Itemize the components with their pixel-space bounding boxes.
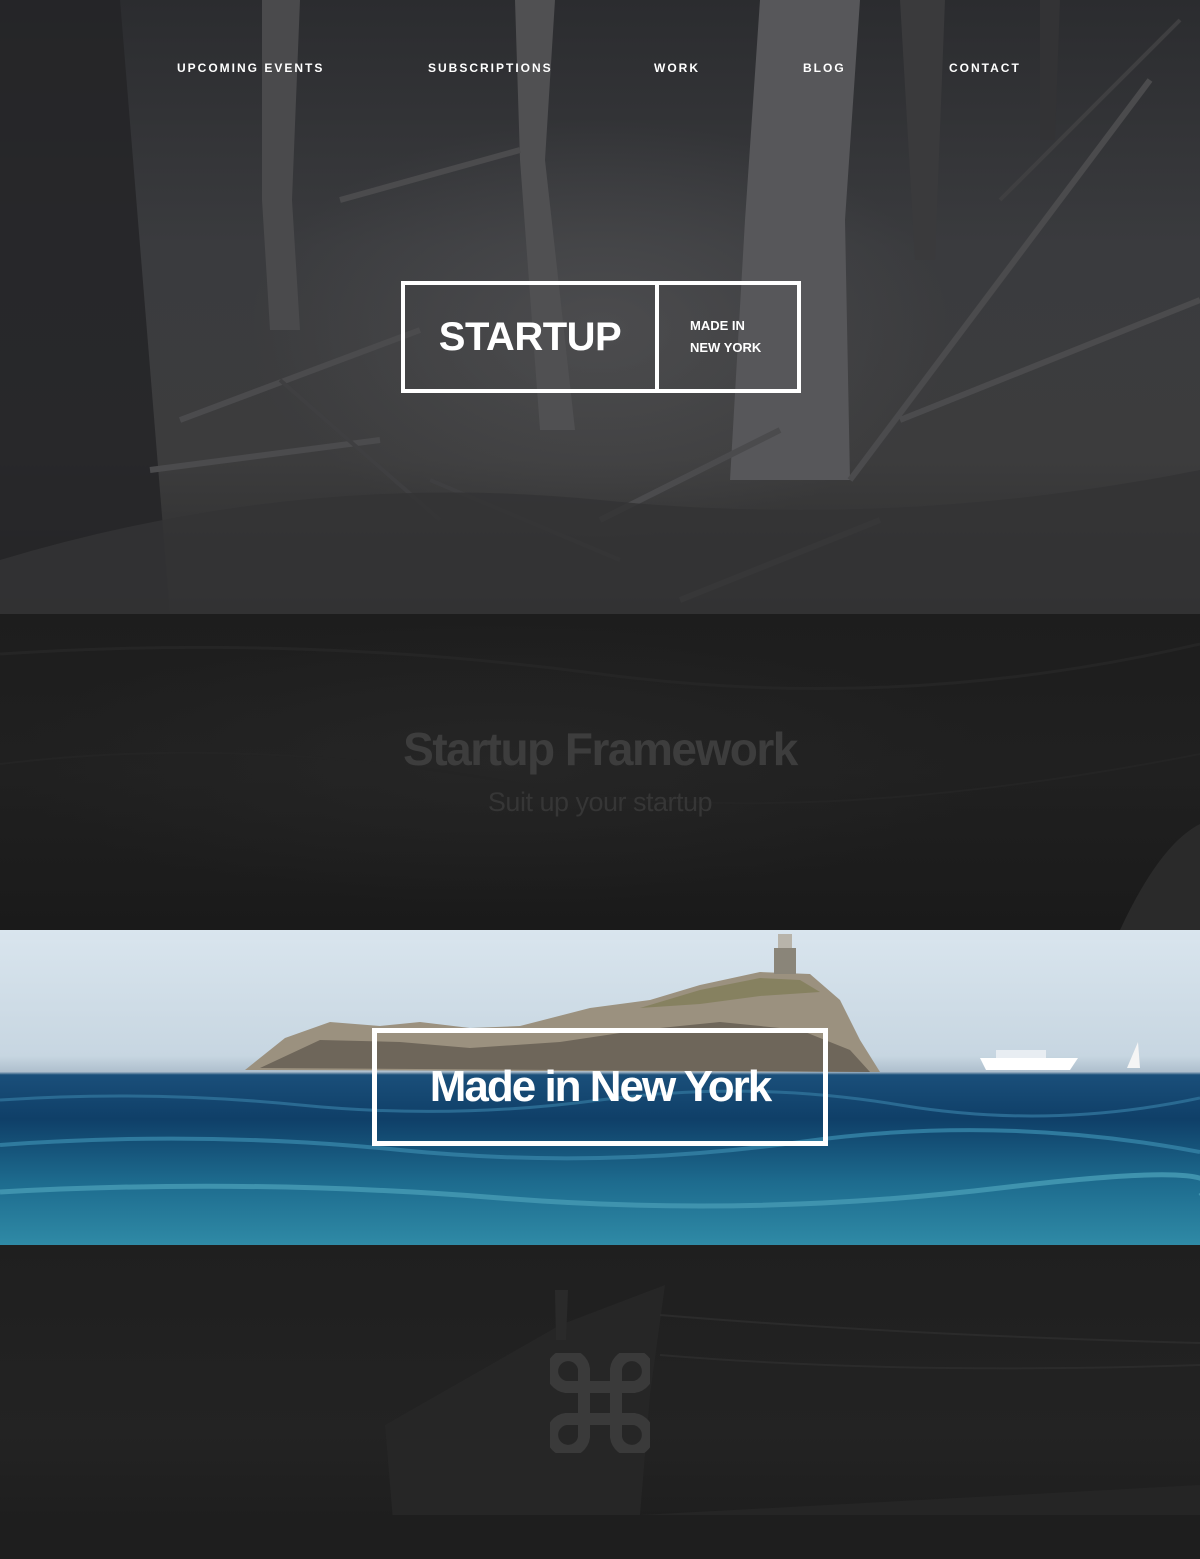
framework-title: Startup Framework: [403, 723, 798, 775]
nav-upcoming-events[interactable]: UPCOMING EVENTS: [177, 61, 324, 75]
nav-subscriptions[interactable]: SUBSCRIPTIONS: [428, 61, 553, 75]
startup-logo[interactable]: STARTUP MADE IN NEW YORK: [401, 281, 801, 393]
hero-section: UPCOMING EVENTS SUBSCRIPTIONS WORK BLOG …: [0, 0, 1200, 614]
made-in-new-york-box: Made in New York: [372, 1028, 828, 1146]
logo-subtitle-line2: NEW YORK: [690, 340, 762, 355]
command-key-icon: [550, 1353, 650, 1453]
logo-subtitle: MADE IN NEW YORK: [659, 285, 797, 389]
nav-blog[interactable]: BLOG: [803, 61, 846, 75]
nav-contact[interactable]: CONTACT: [949, 61, 1021, 75]
main-nav: UPCOMING EVENTS SUBSCRIPTIONS WORK BLOG …: [0, 61, 1200, 77]
sea-section: Made in New York: [0, 930, 1200, 1245]
framework-subtitle: Suit up your startup: [487, 787, 713, 817]
framework-section: Startup Framework Suit up your startup: [0, 614, 1200, 930]
logo-subtitle-line1: MADE IN: [690, 318, 745, 333]
ship-section: [0, 1245, 1200, 1559]
logo-title: STARTUP: [405, 285, 659, 389]
made-in-new-york-headline: Made in New York: [429, 1062, 772, 1111]
nav-work[interactable]: WORK: [654, 61, 700, 75]
